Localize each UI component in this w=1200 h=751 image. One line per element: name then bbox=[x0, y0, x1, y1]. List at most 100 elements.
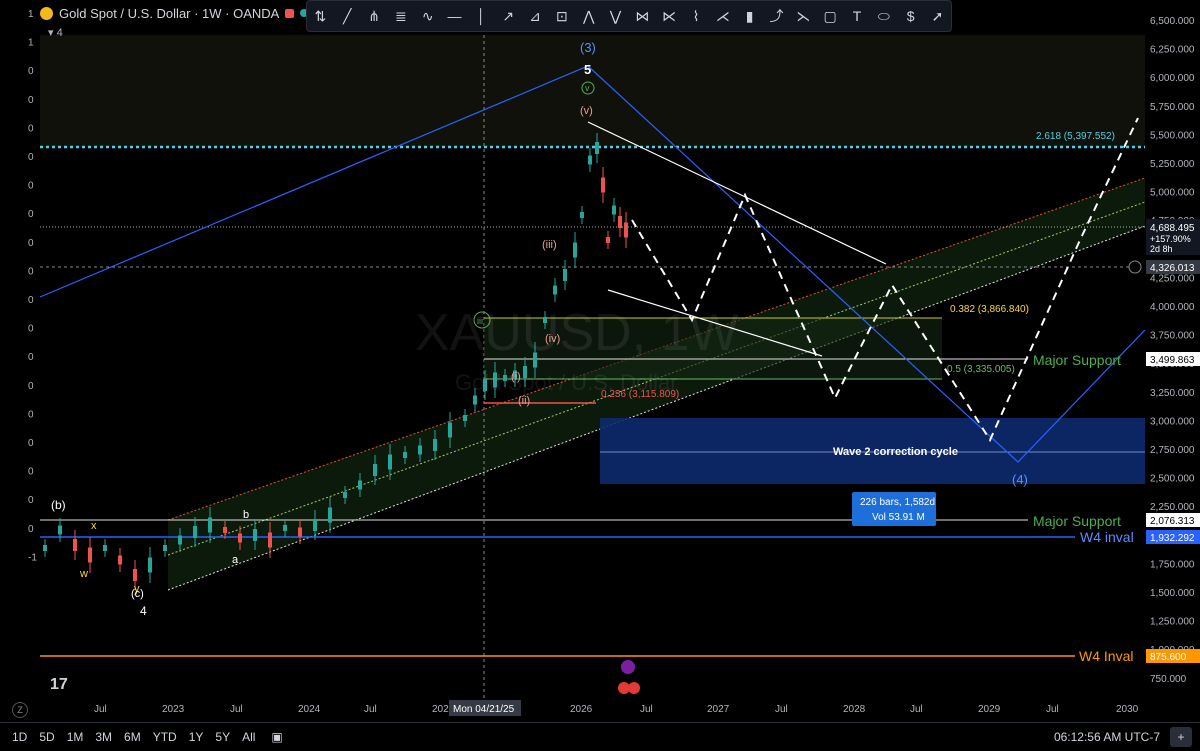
time-tick: 202 bbox=[432, 704, 449, 715]
countdown-value: 2d 8h bbox=[1150, 244, 1173, 254]
time-tick: Jul bbox=[910, 704, 923, 715]
support-2076-value: 2,076.313 bbox=[1150, 516, 1195, 527]
fib-2618-label: 2.618 (5,397.552) bbox=[1036, 131, 1115, 142]
candle-body bbox=[193, 526, 197, 538]
candle-body bbox=[618, 216, 622, 228]
price-tick: 2,500.000 bbox=[1150, 474, 1195, 485]
candle-body bbox=[403, 452, 407, 458]
chart-title[interactable]: Gold Spot / U.S. Dollar · 1W · OANDA bbox=[59, 6, 279, 21]
event-flash-icon[interactable] bbox=[621, 660, 635, 674]
long-position-icon[interactable]: ⊡ bbox=[550, 4, 574, 28]
candle-body bbox=[253, 529, 257, 541]
candle-body bbox=[178, 535, 182, 545]
left-tick: 0 bbox=[28, 467, 34, 478]
trendline-icon[interactable]: ╱ bbox=[335, 4, 359, 28]
candle-body bbox=[73, 539, 77, 551]
candle-body bbox=[433, 439, 437, 451]
wave-4-label: 4 bbox=[140, 604, 147, 618]
timeframe-1m[interactable]: 1M bbox=[61, 730, 90, 744]
price-tick: 1,250.000 bbox=[1150, 617, 1195, 628]
candle-body bbox=[606, 237, 610, 243]
timeframe-6m[interactable]: 6M bbox=[118, 730, 147, 744]
timeframe-all[interactable]: All bbox=[236, 730, 261, 744]
candle-body bbox=[208, 517, 212, 533]
zigzag-icon[interactable]: ⌇ bbox=[684, 4, 708, 28]
text-icon[interactable]: T bbox=[845, 4, 869, 28]
pitchfork-icon[interactable]: ⋔ bbox=[362, 4, 386, 28]
elliott-wxy-icon[interactable]: ⋉ bbox=[657, 4, 681, 28]
current-price-value: 4,688.495 bbox=[1150, 223, 1195, 234]
hline-icon[interactable]: — bbox=[443, 4, 467, 28]
w4-inval-orange-label: W4 Inval bbox=[1079, 648, 1133, 664]
timeframe-1y[interactable]: 1Y bbox=[183, 730, 210, 744]
elliott-impulse-icon[interactable]: ⋀ bbox=[577, 4, 601, 28]
left-tick: 0 bbox=[28, 123, 34, 134]
measure-vol-text: Vol 53.91 M bbox=[872, 512, 925, 523]
candle-body bbox=[223, 527, 227, 533]
left-tick: 0 bbox=[28, 495, 34, 506]
left-tick: 1 bbox=[28, 9, 34, 20]
price-tick: 3,250.000 bbox=[1150, 388, 1195, 399]
timeframe-ytd[interactable]: YTD bbox=[147, 730, 183, 744]
ellipse-icon[interactable]: ⬭ bbox=[872, 4, 896, 28]
fib-05-label: 0.5 (3,335.005) bbox=[947, 364, 1015, 375]
candle-body bbox=[601, 177, 605, 193]
rectangle-icon[interactable]: ▢ bbox=[818, 4, 842, 28]
candle-body bbox=[595, 142, 599, 154]
crosshair-mode-icon[interactable]: + bbox=[1170, 727, 1192, 747]
layers-indicator[interactable]: ▾ 4 bbox=[48, 26, 63, 39]
timeframe-3m[interactable]: 3M bbox=[89, 730, 118, 744]
candle-body bbox=[418, 445, 422, 455]
left-tick: 0 bbox=[28, 295, 34, 306]
crosshair-add-icon[interactable] bbox=[1128, 260, 1142, 274]
elliott-correction-icon[interactable]: ⋁ bbox=[604, 4, 628, 28]
candle-body bbox=[473, 395, 477, 405]
vline-icon[interactable]: │ bbox=[469, 4, 493, 28]
ray-icon[interactable]: ↗ bbox=[496, 4, 520, 28]
cursor-icon[interactable]: ⇅ bbox=[308, 4, 332, 28]
price-change-value: +157.90% bbox=[1150, 234, 1191, 244]
candle-body bbox=[624, 222, 628, 238]
path-icon[interactable]: ⤴ bbox=[764, 4, 788, 28]
chart-header: Gold Spot / U.S. Dollar · 1W · OANDA bbox=[40, 5, 309, 21]
fib-icon[interactable]: ≣ bbox=[389, 4, 413, 28]
left-tick: 0 bbox=[28, 95, 34, 106]
wave-x-label: x bbox=[91, 520, 97, 532]
price-tick: 5,500.000 bbox=[1150, 130, 1195, 141]
timeframe-5d[interactable]: 5D bbox=[33, 730, 60, 744]
time-axis[interactable]: Jul 2023 Jul 2024 Jul 202 Jul 2026 Jul 2027 Jul 202… bbox=[94, 704, 1139, 715]
zoom-reset-button[interactable]: Z bbox=[12, 702, 28, 718]
price-axis[interactable]: 6,500.000 6,250.000 6,000.000 5,750.000 5,50… bbox=[1150, 16, 1195, 685]
crosshair-date-value: Mon 04/21/25 bbox=[453, 704, 515, 715]
wave3-label: (3) bbox=[580, 40, 596, 55]
candle-body bbox=[553, 285, 557, 295]
price-tick: 5,250.000 bbox=[1150, 159, 1195, 170]
calendar-icon[interactable]: ▣ bbox=[271, 730, 282, 744]
left-tick: 0 bbox=[28, 324, 34, 335]
clock[interactable]: 06:12:56 AM UTC-7 bbox=[1054, 730, 1160, 744]
elliott-abc-icon[interactable]: ⋈ bbox=[630, 4, 654, 28]
measure-bars-text: 226 bars, 1,582d bbox=[860, 497, 935, 508]
timeframe-1d[interactable]: 1D bbox=[6, 730, 33, 744]
watermark-symbol: XAUUSD, 1W bbox=[415, 304, 739, 362]
price-label-icon[interactable]: $ bbox=[899, 4, 923, 28]
candle-body bbox=[88, 547, 92, 563]
support-3499-value: 3,499.863 bbox=[1150, 355, 1195, 366]
event-flag-icon-2[interactable] bbox=[628, 682, 640, 694]
wave-b-small-label: b bbox=[243, 509, 249, 521]
price-chart[interactable]: (3) 5 v (v) (iii) (iv) (i) (ii) iii (b) … bbox=[0, 0, 1200, 750]
left-tick: 0 bbox=[28, 152, 34, 163]
candle-body bbox=[373, 464, 377, 476]
abcd-icon[interactable]: ⋌ bbox=[711, 4, 735, 28]
brush-icon[interactable]: ∿ bbox=[416, 4, 440, 28]
arrow-icon[interactable]: ➚ bbox=[925, 4, 949, 28]
market-status-icon bbox=[285, 8, 295, 18]
time-tick: Jul bbox=[94, 704, 107, 715]
wxyxz-icon[interactable]: ⋋ bbox=[791, 4, 815, 28]
timeframe-5y[interactable]: 5Y bbox=[209, 730, 236, 744]
candle-body bbox=[448, 422, 452, 438]
channel-icon[interactable]: ⊿ bbox=[523, 4, 547, 28]
time-tick: 2023 bbox=[162, 704, 185, 715]
candle-icon[interactable]: ▮ bbox=[738, 4, 762, 28]
major-support-2-label: Major Support bbox=[1033, 513, 1121, 529]
